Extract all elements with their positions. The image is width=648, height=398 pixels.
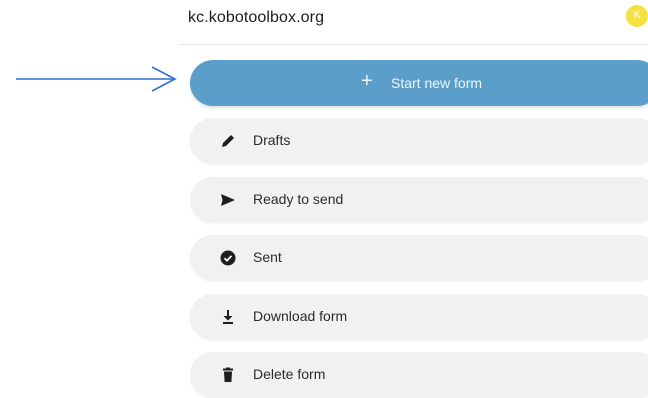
download-form-button[interactable]: Download form xyxy=(190,294,648,340)
annotation-arrow xyxy=(16,66,177,92)
download-icon xyxy=(223,310,233,324)
app-header: kc.kobotoolbox.org K xyxy=(180,0,648,45)
pencil-icon xyxy=(222,135,234,147)
start-new-form-label: Start new form xyxy=(391,75,483,91)
sent-label: Sent xyxy=(253,249,282,265)
delete-form-button[interactable]: Delete form xyxy=(190,352,648,398)
trash-icon xyxy=(223,367,233,382)
kobocollect-main-menu: kc.kobotoolbox.org K + Start new form Dr… xyxy=(0,0,648,398)
user-avatar[interactable]: K xyxy=(626,5,648,27)
sent-button[interactable]: Sent xyxy=(190,235,648,281)
ready-to-send-button[interactable]: Ready to send xyxy=(190,177,648,223)
plus-icon: + xyxy=(361,70,373,92)
download-form-label: Download form xyxy=(253,308,348,324)
delete-form-label: Delete form xyxy=(253,366,326,382)
server-name: kc.kobotoolbox.org xyxy=(188,9,325,26)
send-icon xyxy=(221,194,235,206)
start-new-form-button[interactable]: + Start new form xyxy=(190,60,648,106)
ready-to-send-label: Ready to send xyxy=(253,191,344,207)
drafts-button[interactable]: Drafts xyxy=(190,118,648,164)
check-circle-icon xyxy=(220,250,236,266)
drafts-label: Drafts xyxy=(253,132,291,148)
